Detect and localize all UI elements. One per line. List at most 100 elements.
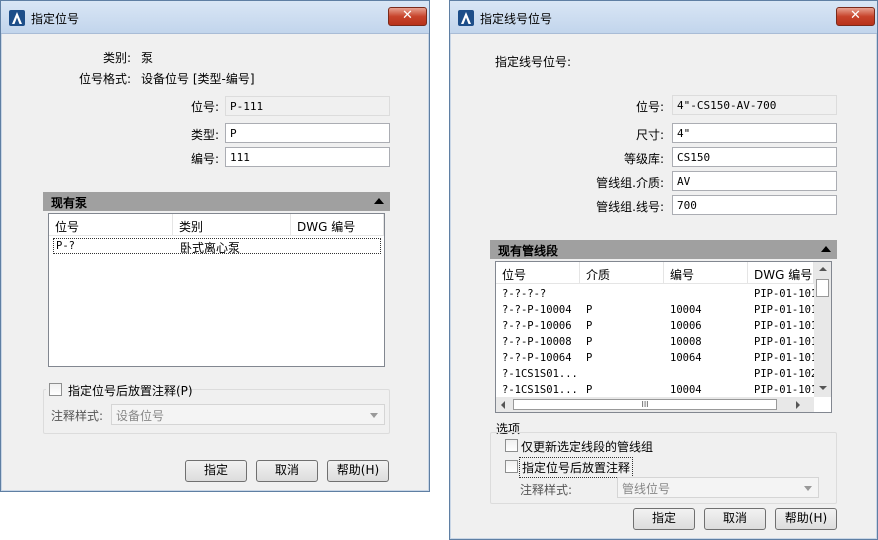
scroll-down-icon[interactable]: [819, 386, 827, 390]
medium-label: 管线组.介质:: [596, 176, 664, 190]
col-header-dwg[interactable]: DWG 编号: [748, 262, 814, 284]
table-row[interactable]: ?-?-?-? PIP-01-101: [496, 286, 814, 302]
segment-list[interactable]: 位号 介质 编号 DWG 编号 ?-?-?-? PIP-01-101 ?-?-P-1…: [495, 261, 832, 413]
app-logo-icon: [9, 10, 25, 26]
row-tag: ?-?-P-10008: [502, 336, 572, 348]
assign-button[interactable]: 指定: [185, 460, 247, 482]
vertical-scrollbar[interactable]: [814, 262, 831, 397]
close-button[interactable]: ✕: [836, 7, 875, 26]
col-header-tag[interactable]: 位号: [496, 262, 580, 284]
section-title: 现有泵: [51, 196, 88, 210]
title-bar[interactable]: 指定线号位号 ✕: [450, 1, 877, 34]
place-annotation-checkbox[interactable]: [49, 383, 62, 396]
table-row[interactable]: ?-?-P-10004 P 10004 PIP-01-101: [496, 302, 814, 318]
collapse-icon[interactable]: [374, 198, 384, 204]
row-med: P: [586, 304, 593, 316]
scroll-up-icon[interactable]: [819, 267, 827, 271]
col-header-medium[interactable]: 介质: [580, 262, 664, 284]
row-med: P: [586, 352, 593, 364]
row-num: 10064: [670, 352, 702, 364]
title-bar[interactable]: 指定位号 ✕: [1, 1, 429, 34]
update-group-label[interactable]: 仅更新选定线段的管线组: [521, 438, 653, 455]
scroll-thumb[interactable]: [816, 279, 829, 297]
place-annotation-label[interactable]: 指定位号后放置注释: [519, 457, 634, 478]
col-header-tag[interactable]: 位号: [49, 214, 173, 236]
hscroll-thumb[interactable]: III: [513, 399, 777, 410]
type-label: 类型:: [190, 128, 219, 142]
line-number-label: 管线组.线号:: [596, 200, 664, 214]
table-row[interactable]: ?-?-P-10064 P 10064 PIP-01-101: [496, 350, 814, 366]
category-value: 泵: [141, 51, 154, 65]
app-logo-icon: [458, 10, 474, 26]
update-group-checkbox[interactable]: [505, 439, 518, 452]
table-row[interactable]: ?-1CS1S01... PIP-01-102: [496, 366, 814, 382]
table-row[interactable]: P-? 卧式离心泵: [53, 238, 381, 255]
row-num: 10008: [670, 336, 702, 348]
segment-rows: ?-?-?-? PIP-01-101 ?-?-P-10004 P 10004 PIP-01…: [496, 284, 814, 398]
place-annotation-label[interactable]: 指定位号后放置注释(P): [68, 382, 193, 399]
help-button[interactable]: 帮助(H): [327, 460, 389, 482]
place-annotation-checkbox[interactable]: [505, 460, 518, 473]
row-dwg: PIP-01-101: [754, 336, 814, 348]
line-number-field[interactable]: 700: [672, 195, 837, 215]
tag-label: 位号:: [635, 100, 664, 114]
col-header-number[interactable]: 编号: [664, 262, 748, 284]
row-tag: ?-1CS1S01...: [502, 368, 578, 380]
tag-format-label: 位号格式:: [78, 72, 131, 86]
row-med: P: [586, 336, 593, 348]
row-med: P: [586, 320, 593, 332]
spec-field[interactable]: CS150: [672, 147, 837, 167]
horizontal-scrollbar[interactable]: III: [496, 397, 814, 412]
existing-pumps-header[interactable]: 现有泵: [43, 192, 390, 211]
dropdown-arrow-icon: [804, 486, 812, 491]
row-num: 10006: [670, 320, 702, 332]
row-dwg: PIP-01-101: [754, 304, 814, 316]
row-med: P: [586, 384, 593, 396]
col-header-dwg[interactable]: DWG 编号: [291, 214, 384, 236]
annotation-check-wrap: 指定位号后放置注释(P): [46, 381, 193, 398]
medium-field[interactable]: AV: [672, 171, 837, 191]
help-button[interactable]: 帮助(H): [775, 508, 837, 530]
assign-line-tag-dialog: 指定线号位号 ✕ 指定线号位号: 位号: 4"-CS150-AV-700 尺寸:…: [449, 0, 878, 540]
tag-format-value: 设备位号 [类型-编号]: [141, 72, 255, 86]
number-field[interactable]: 111: [225, 147, 390, 167]
table-row[interactable]: ?-1CS1S01... P 10004 PIP-01-101: [496, 382, 814, 398]
tag-field: 4"-CS150-AV-700: [672, 95, 837, 115]
scroll-right-icon[interactable]: [796, 401, 800, 409]
annot-style-select: 设备位号: [111, 404, 385, 425]
type-field[interactable]: P: [225, 123, 390, 143]
row-dwg: PIP-01-101: [754, 288, 814, 300]
existing-segments-header[interactable]: 现有管线段: [490, 240, 837, 259]
close-button[interactable]: ✕: [388, 7, 427, 26]
cancel-button[interactable]: 取消: [256, 460, 318, 482]
row-tag: ?-?-P-10006: [502, 320, 572, 332]
section-title: 现有管线段: [498, 244, 559, 258]
collapse-icon[interactable]: [821, 246, 831, 252]
annot-style-value: 设备位号: [116, 409, 165, 423]
assign-tag-dialog: 指定位号 ✕ 类别: 泵 位号格式: 设备位号 [类型-编号] 位号: P-11…: [0, 0, 430, 492]
row-category: 卧式离心泵: [180, 241, 241, 255]
row-dwg: PIP-01-101: [754, 320, 814, 332]
dialog-heading: 指定线号位号:: [495, 55, 572, 69]
tag-field: P-111: [225, 96, 390, 116]
row-tag: ?-?-P-10064: [502, 352, 572, 364]
annot-style-value: 管线位号: [622, 482, 671, 496]
row-tag: ?-?-P-10004: [502, 304, 572, 316]
pump-list[interactable]: 位号 类别 DWG 编号 P-? 卧式离心泵: [48, 213, 385, 367]
tag-label: 位号:: [190, 100, 219, 114]
table-row[interactable]: ?-?-P-10008 P 10008 PIP-01-101: [496, 334, 814, 350]
scroll-left-icon[interactable]: [501, 401, 505, 409]
row-num: 10004: [670, 384, 702, 396]
cancel-button[interactable]: 取消: [704, 508, 766, 530]
table-row[interactable]: ?-?-P-10006 P 10006 PIP-01-101: [496, 318, 814, 334]
annot-style-label: 注释样式:: [51, 409, 104, 423]
col-header-category[interactable]: 类别: [173, 214, 291, 236]
row-tag: P-?: [56, 240, 75, 252]
annot-style-label: 注释样式:: [520, 483, 573, 497]
row-tag: ?-?-?-?: [502, 288, 547, 300]
row-num: 10004: [670, 304, 702, 316]
assign-button[interactable]: 指定: [633, 508, 695, 530]
size-field[interactable]: 4": [672, 123, 837, 143]
row-dwg: PIP-01-101: [754, 352, 814, 364]
category-label: 类别:: [102, 51, 131, 65]
